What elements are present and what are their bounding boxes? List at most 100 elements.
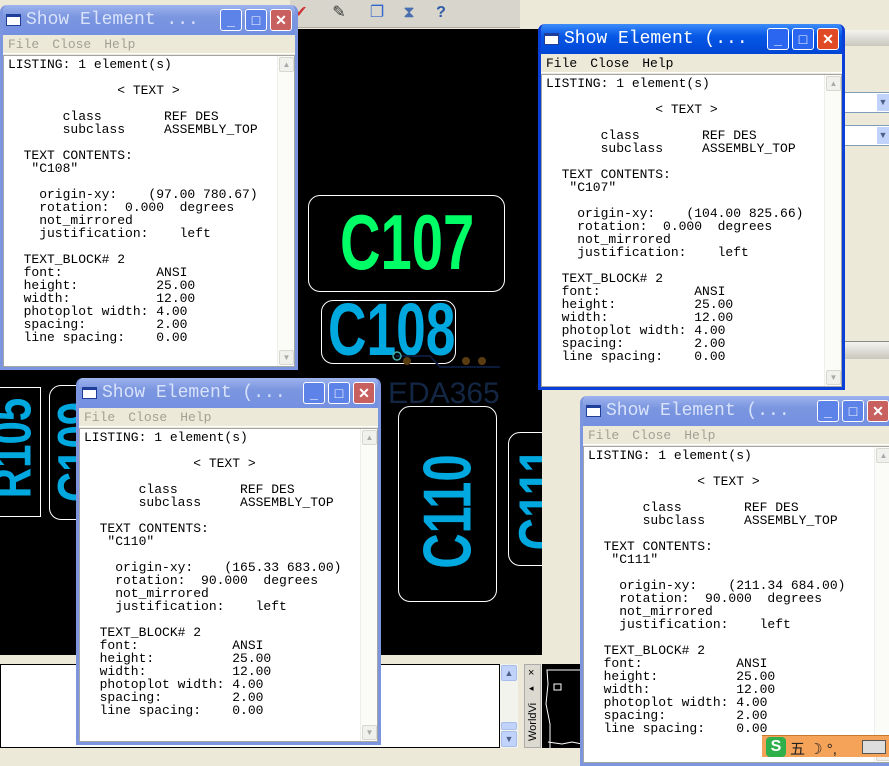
title-bar[interactable]: Show Element (... _ □ ✕	[583, 396, 889, 426]
window-title: Show Element (...	[102, 383, 286, 403]
maximize-button[interactable]: □	[842, 400, 864, 422]
menu-help[interactable]: Help	[180, 410, 211, 425]
minimize-button[interactable]: _	[220, 9, 242, 31]
hourglass-icon[interactable]: ⧗	[398, 2, 420, 24]
listing-area[interactable]: LISTING: 1 element(s)​ < TEXT >​ class R…	[541, 74, 842, 387]
window-title: Show Element (...	[606, 401, 790, 421]
close-button[interactable]: ✕	[353, 382, 375, 404]
documents-icon[interactable]: ❐	[366, 2, 388, 24]
sogou-icon: S	[766, 737, 786, 757]
scroll-thumb[interactable]	[501, 722, 517, 730]
scroll-down-button[interactable]: ▼	[826, 370, 841, 385]
vertical-scrollbar[interactable]: ▲ ▼	[874, 447, 889, 762]
probe-icon[interactable]: ✎	[328, 2, 350, 24]
scroll-up-button[interactable]: ▲	[279, 57, 294, 72]
minimize-button[interactable]: _	[303, 382, 325, 404]
scroll-up-button[interactable]: ▲	[876, 448, 889, 463]
listing-line: subclass ASSEMBLY_TOP	[8, 122, 258, 137]
listing-line: LISTING: 1 element(s)	[84, 430, 248, 445]
close-button[interactable]: ✕	[270, 9, 292, 31]
vertical-scrollbar[interactable]: ▲ ▼	[824, 75, 841, 386]
listing-line: "C108"	[8, 161, 79, 176]
window-icon	[82, 387, 97, 399]
listing-line: LISTING: 1 element(s)	[588, 448, 752, 463]
show-element-window-c108[interactable]: Show Element ... _ □ ✕ File Close Help LIS…	[0, 5, 298, 370]
menu-bar: File Close Help	[79, 408, 378, 427]
maximize-button[interactable]: □	[245, 9, 267, 31]
menu-help[interactable]: Help	[642, 56, 673, 71]
close-icon[interactable]: ×	[528, 667, 534, 679]
menu-help[interactable]: Help	[104, 37, 135, 52]
right-panel-header	[842, 30, 889, 46]
show-element-window-c111[interactable]: Show Element (... _ □ ✕ File Close Help LI…	[580, 396, 889, 766]
title-bar[interactable]: Show Element ... _ □ ✕	[3, 5, 295, 35]
scroll-up-button[interactable]: ▲	[362, 430, 377, 445]
refdes-c111[interactable]: C111	[506, 448, 542, 551]
refdes-c110[interactable]: C110	[409, 454, 487, 568]
listing-line: subclass ASSEMBLY_TOP	[84, 495, 334, 510]
vertical-scrollbar[interactable]: ▲ ▼	[360, 429, 377, 741]
menu-help[interactable]: Help	[684, 428, 715, 443]
refdes-r105[interactable]: R105	[0, 398, 44, 498]
scroll-up-button[interactable]: ▲	[501, 665, 517, 681]
maximize-button[interactable]: □	[792, 28, 814, 50]
ime-mode-text[interactable]: 五 ☽ °,	[790, 738, 837, 759]
listing-line: < TEXT >	[546, 102, 718, 117]
close-button[interactable]: ✕	[817, 28, 839, 50]
menu-close[interactable]: Close	[632, 428, 671, 443]
listing-line: line spacing: 0.00	[546, 349, 726, 364]
minimap-outline	[545, 669, 583, 748]
show-element-window-c107[interactable]: Show Element (... _ □ ✕ File Close Help LI…	[538, 24, 845, 390]
worldview-minimap[interactable]	[542, 664, 583, 748]
scroll-down-button[interactable]: ▼	[279, 350, 294, 365]
listing-line: < TEXT >	[8, 83, 180, 98]
keyboard-icon[interactable]	[862, 740, 886, 754]
title-bar[interactable]: Show Element (... _ □ ✕	[541, 24, 842, 54]
minimize-button[interactable]: _	[767, 28, 789, 50]
right-panel-dropdown-1[interactable]: ▼	[842, 92, 889, 113]
menu-file[interactable]: File	[8, 37, 39, 52]
chevron-down-icon: ▼	[877, 127, 889, 144]
scroll-down-button[interactable]: ▼	[501, 731, 517, 747]
menu-file[interactable]: File	[588, 428, 619, 443]
listing-line: justification: left	[588, 617, 791, 632]
console-scrollbar[interactable]: ▲ ▼	[500, 664, 518, 748]
vertical-scrollbar[interactable]: ▲ ▼	[277, 56, 294, 366]
menu-close[interactable]: Close	[52, 37, 91, 52]
worldview-tab[interactable]: × ◂ WorldVi	[524, 664, 541, 748]
close-button[interactable]: ✕	[867, 400, 889, 422]
listing-line: justification: left	[8, 226, 211, 241]
listing-text: LISTING: 1 element(s)​ < TEXT >​ class R…	[588, 449, 845, 735]
right-panel-dropdown-2[interactable]: ▼	[842, 125, 889, 146]
listing-line: "C110"	[84, 534, 155, 549]
right-panel-section-bar	[842, 341, 889, 359]
listing-line: subclass ASSEMBLY_TOP	[588, 513, 838, 528]
menu-close[interactable]: Close	[128, 410, 167, 425]
scroll-up-button[interactable]: ▲	[826, 76, 841, 91]
menu-file[interactable]: File	[84, 410, 115, 425]
show-element-window-c110[interactable]: Show Element (... _ □ ✕ File Close Help LI…	[76, 378, 381, 745]
title-bar[interactable]: Show Element (... _ □ ✕	[79, 378, 378, 408]
listing-text: LISTING: 1 element(s)​ < TEXT >​ class R…	[84, 431, 341, 717]
refdes-c107[interactable]: C107	[340, 197, 474, 288]
listing-line: < TEXT >	[588, 474, 760, 489]
window-icon	[586, 405, 601, 417]
window-icon	[544, 33, 559, 45]
listing-area[interactable]: LISTING: 1 element(s)​ < TEXT >​ class R…	[3, 55, 295, 367]
menu-close[interactable]: Close	[590, 56, 629, 71]
listing-line: < TEXT >	[84, 456, 256, 471]
maximize-button[interactable]: □	[328, 382, 350, 404]
ime-toolbar[interactable]: S 五 ☽ °,	[762, 735, 889, 759]
scroll-down-button[interactable]: ▼	[362, 725, 377, 740]
window-title: Show Element (...	[564, 29, 748, 49]
main-toolbar: ✔ ✎ ❐ ⧗ ?	[290, 0, 520, 28]
listing-area[interactable]: LISTING: 1 element(s)​ < TEXT >​ class R…	[583, 446, 889, 763]
menu-file[interactable]: File	[546, 56, 577, 71]
listing-line: justification: left	[84, 599, 287, 614]
listing-area[interactable]: LISTING: 1 element(s)​ < TEXT >​ class R…	[79, 428, 378, 742]
listing-line: LISTING: 1 element(s)	[8, 57, 172, 72]
help-icon[interactable]: ?	[430, 2, 452, 24]
menu-bar: File Close Help	[3, 35, 295, 54]
listing-line: subclass ASSEMBLY_TOP	[546, 141, 796, 156]
minimize-button[interactable]: _	[817, 400, 839, 422]
